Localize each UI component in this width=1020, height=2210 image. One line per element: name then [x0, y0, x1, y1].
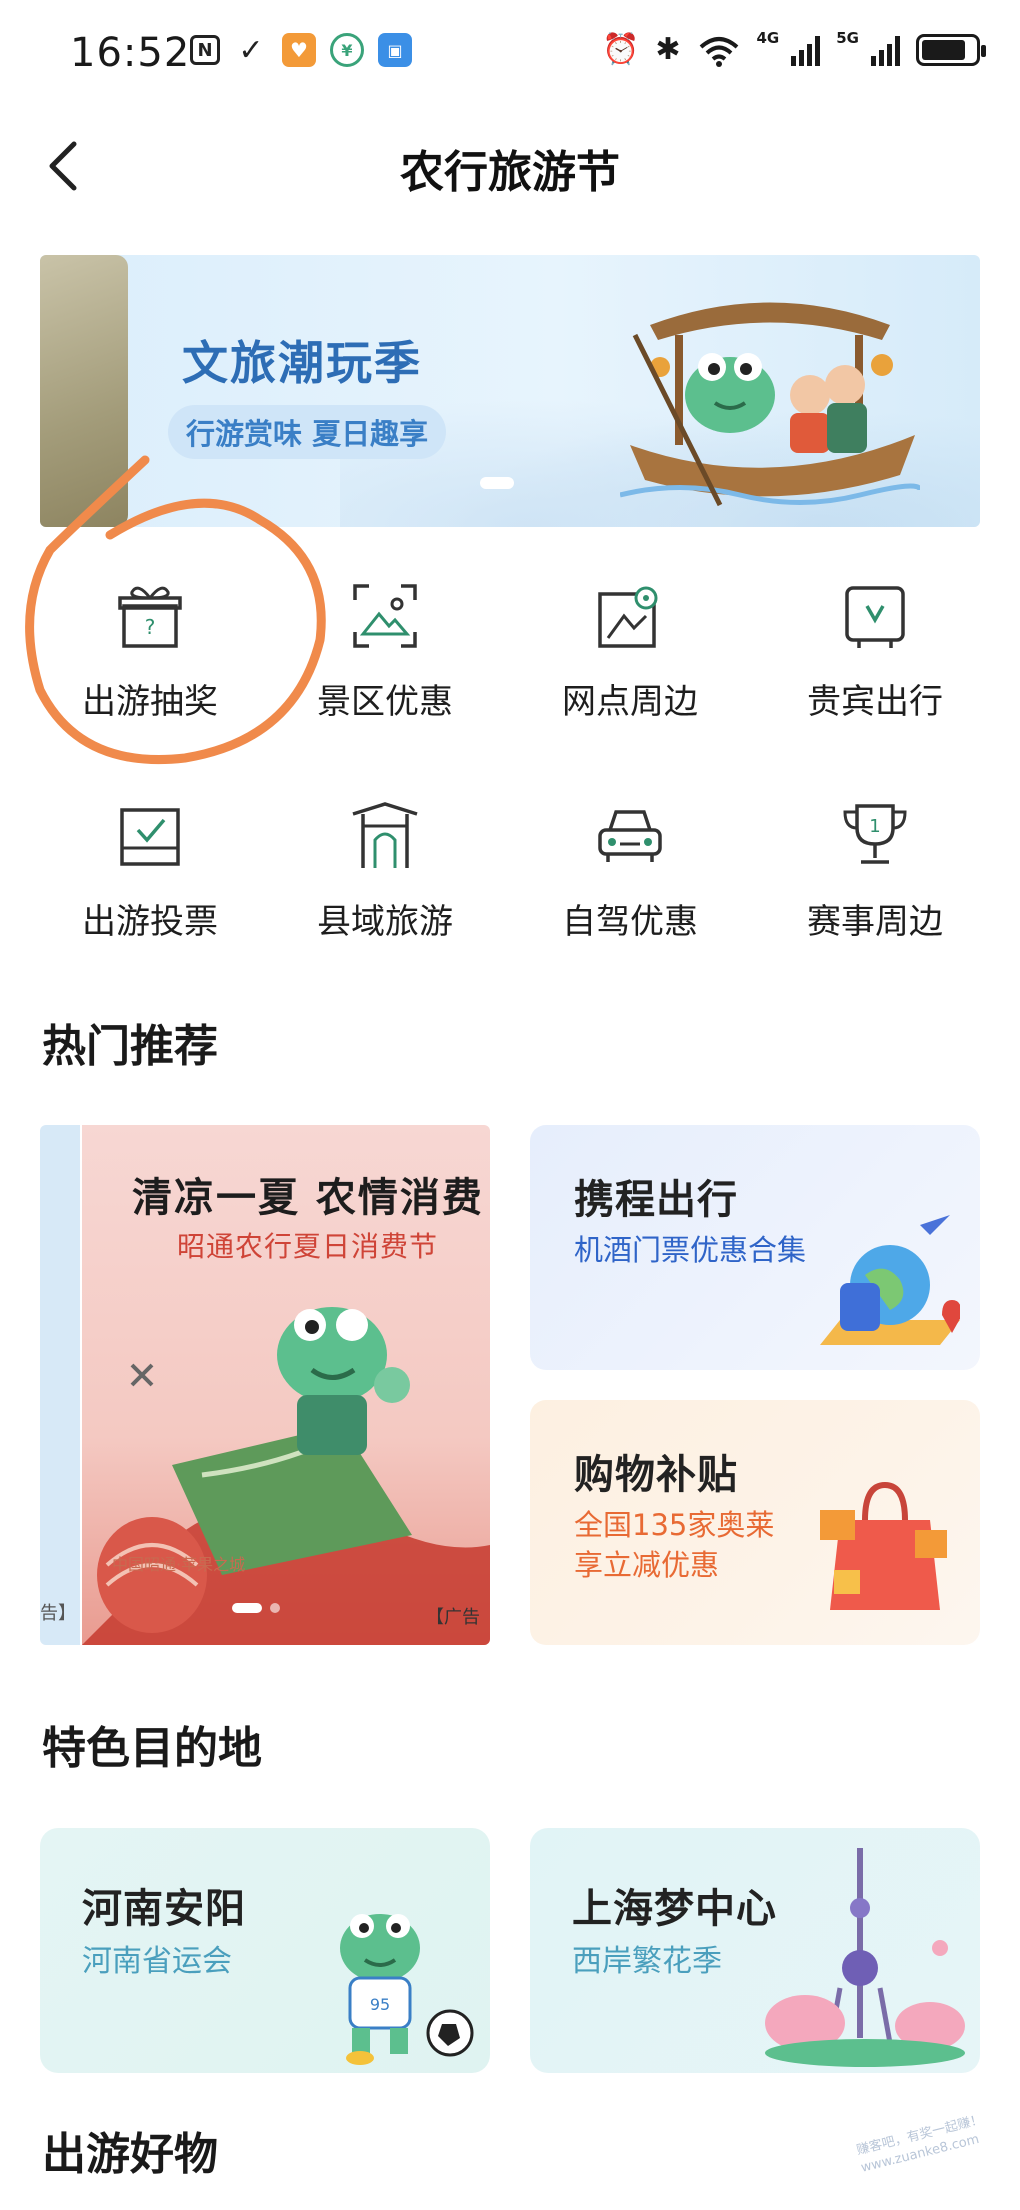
card-ctrip-subtitle: 机酒门票优惠合集: [574, 1233, 807, 1267]
check-app-icon: ✓: [238, 32, 264, 68]
map-pin-icon: [598, 586, 658, 648]
svg-text:?: ?: [145, 615, 156, 639]
card-ctrip-title: 携程出行: [574, 1177, 738, 1223]
card-shopping-line2: 享立减优惠: [574, 1548, 720, 1582]
destination-shanghai-title: 上海梦中心: [572, 1886, 777, 1932]
scenic-photo-icon: [353, 584, 417, 648]
nav-bar: 农行旅游节: [0, 110, 1020, 220]
grid-label-lottery: 出游抽奖: [82, 682, 218, 722]
hot-main-card[interactable]: 清凉一夏 农情消费 昭通农行夏日消费节 中国昭通·苹果之城 【广告: [82, 1125, 490, 1645]
hot-carousel-indicator: [232, 1603, 280, 1613]
frog-football-illustration: 95: [340, 1914, 474, 2065]
hot-main-fineprint: 中国昭通·苹果之城: [112, 1555, 246, 1574]
peek-ad-tag: 告】: [40, 1603, 76, 1624]
status-bar: 16:52 N ✓ ♥ ¥ ▣ ⏰ ✱ 4G 5G: [0, 0, 1020, 110]
grid-item-branch[interactable]: 网点周边: [530, 580, 730, 740]
watermark: 赚客吧，有奖一起赚！ www.zuanke8.com: [855, 2109, 1005, 2201]
grid-item-lottery[interactable]: ? 出游抽奖: [50, 580, 250, 740]
5g-label: 5G: [836, 28, 859, 47]
banner-prev-peek: [40, 255, 128, 527]
message-app-icon: ▣: [378, 33, 412, 67]
banner-carousel[interactable]: 文旅潮玩季 行游赏味 夏日趣享: [40, 255, 980, 527]
destination-shanghai-subtitle: 西岸繁花季: [572, 1944, 722, 1979]
svg-text:1: 1: [869, 816, 880, 837]
signal-5g-icon: [871, 34, 900, 66]
heart-app-icon: ♥: [282, 33, 316, 67]
hot-carousel[interactable]: 告】 清凉一夏 农情消费 昭通农行夏日消费节 中国昭通·苹果之城 【广告: [40, 1125, 490, 1645]
section-title-goods: 出游好物: [42, 2129, 218, 2180]
boat-frog-illustration: [620, 302, 920, 507]
card-shopping-subtitle: 全国135家奥莱 享立减优惠: [574, 1505, 774, 1585]
grid-item-county[interactable]: 县域旅游: [285, 800, 485, 960]
destination-shanghai[interactable]: 上海梦中心 西岸繁花季: [530, 1828, 980, 2073]
trophy-icon: 1: [843, 804, 907, 864]
hot-prev-peek: 告】: [40, 1125, 80, 1645]
banner-subtitle: 行游赏味 夏日趣享: [168, 405, 447, 459]
battery-icon: [916, 33, 986, 66]
svg-text:95: 95: [370, 1995, 390, 2014]
card-shopping-title: 购物补贴: [574, 1452, 738, 1498]
nfc-icon: N: [190, 35, 220, 65]
bluetooth-icon: ✱: [655, 32, 681, 67]
grid-item-selfdrive[interactable]: 自驾优惠: [530, 800, 730, 960]
grid-label-vote: 出游投票: [82, 902, 218, 942]
alarm-icon: ⏰: [602, 32, 640, 67]
banner-title: 文旅潮玩季: [182, 336, 422, 390]
grid-label-vip: 贵宾出行: [807, 682, 943, 722]
section-title-hot: 热门推荐: [42, 1021, 218, 1072]
signal-4g-icon: [791, 34, 821, 66]
grid-item-vip[interactable]: 贵宾出行: [775, 580, 975, 740]
hot-main-title: 清凉一夏 农情消费: [132, 1175, 484, 1221]
hot-main-subtitle: 昭通农行夏日消费节: [177, 1230, 439, 1263]
travel-globe-illustration: [820, 1215, 960, 1345]
grid-label-events: 赛事周边: [807, 902, 943, 942]
page-title: 农行旅游节: [400, 147, 620, 198]
wifi-icon: [699, 36, 738, 67]
ad-tag: 【广告: [426, 1607, 480, 1628]
bank-app-icon: ¥: [330, 33, 364, 67]
grid-item-vote[interactable]: 出游投票: [50, 800, 250, 960]
card-shopping-line1: 全国135家奥莱: [574, 1508, 775, 1542]
gift-icon: ?: [118, 586, 182, 648]
destination-anyang-title: 河南安阳: [82, 1886, 246, 1932]
grid-label-branch: 网点周边: [562, 682, 698, 722]
4g-label: 4G: [756, 28, 780, 47]
status-time: 16:52: [70, 30, 191, 76]
notification-icons: N ✓ ♥ ¥ ▣: [190, 32, 412, 68]
grid-item-events[interactable]: 1 赛事周边: [775, 800, 975, 960]
vote-box-icon: [120, 808, 180, 866]
grid-label-scenic: 景区优惠: [317, 682, 453, 722]
gate-icon: [352, 802, 418, 868]
shopping-bag-illustration: [820, 1481, 947, 1610]
card-ctrip[interactable]: 携程出行 机酒门票优惠合集: [530, 1125, 980, 1370]
grid-item-scenic[interactable]: 景区优惠: [285, 580, 485, 740]
car-icon: [598, 810, 662, 862]
vip-card-icon: [845, 586, 905, 648]
system-icons: ⏰ ✱ 4G 5G: [602, 28, 986, 67]
card-shopping[interactable]: 购物补贴 全国135家奥莱 享立减优惠: [530, 1400, 980, 1645]
frog-greatwall-illustration: [82, 1307, 490, 1645]
grid-label-county: 县域旅游: [317, 902, 453, 942]
destination-anyang-subtitle: 河南省运会: [82, 1944, 232, 1979]
destination-anyang[interactable]: 河南安阳 河南省运会 95: [40, 1828, 490, 2073]
section-title-destinations: 特色目的地: [42, 1723, 262, 1774]
grid-label-selfdrive: 自驾优惠: [562, 902, 698, 942]
oriental-pearl-tower-illustration: [765, 1848, 965, 2067]
banner-indicator: [480, 477, 514, 489]
